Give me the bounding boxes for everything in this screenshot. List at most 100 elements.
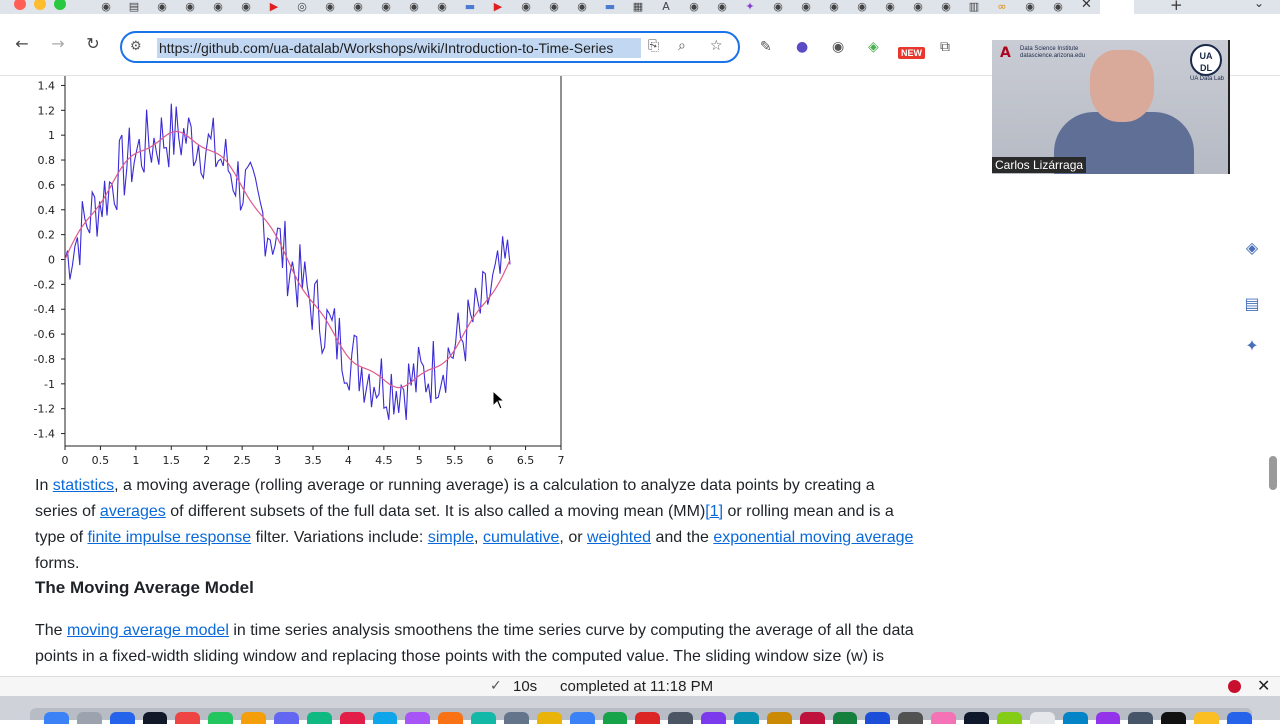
dock-app-icon[interactable] [274, 712, 299, 724]
github-icon[interactable]: ◉ [1016, 0, 1044, 13]
document-icon[interactable]: ▤ [1240, 294, 1264, 318]
site-info-icon[interactable]: ⚙ [130, 39, 142, 54]
scrollbar[interactable] [1269, 456, 1277, 490]
dock-app-icon[interactable] [372, 712, 398, 724]
github-icon[interactable]: ◉ [568, 0, 596, 13]
github-icon[interactable]: ◉ [512, 0, 540, 13]
forward-icon[interactable]: → [48, 34, 68, 53]
dock-app-icon[interactable] [569, 712, 595, 724]
github-icon[interactable]: ◉ [848, 0, 876, 13]
link-reference-1[interactable]: [1] [705, 503, 723, 520]
back-icon[interactable]: ← [12, 34, 32, 53]
github-icon[interactable]: ◉ [792, 0, 820, 13]
youtube-icon[interactable]: ▶ [260, 0, 288, 13]
dock-app-icon[interactable] [766, 712, 792, 724]
github-icon[interactable]: ◉ [540, 0, 568, 13]
bookmark-icon[interactable]: ▬ [596, 0, 624, 13]
link-cumulative[interactable]: cumulative [483, 529, 559, 546]
github-icon[interactable]: ◉ [1044, 0, 1072, 13]
link-moving-average-model[interactable]: moving average model [67, 622, 229, 639]
dock-app-icon[interactable] [471, 712, 497, 724]
layers-icon[interactable]: ◈ [1240, 238, 1264, 262]
github-icon[interactable]: ◉ [148, 0, 176, 13]
extension-icon[interactable]: ● [796, 39, 808, 55]
book-icon[interactable]: ▥ [960, 0, 988, 13]
dock-app-icon[interactable] [339, 712, 365, 724]
new-badge[interactable]: NEW [898, 47, 925, 59]
github-icon[interactable]: ◉ [372, 0, 400, 13]
github-icon[interactable]: ◉ [92, 0, 120, 13]
github-icon[interactable]: ◉ [204, 0, 232, 13]
infinity-icon[interactable]: ∞ [988, 0, 1016, 13]
dock-app-icon[interactable] [76, 712, 102, 724]
close-window-button[interactable] [14, 0, 26, 10]
dock-app-icon[interactable] [1194, 712, 1219, 724]
dock-app-icon[interactable] [832, 712, 858, 724]
dock-app-icon[interactable] [405, 712, 431, 724]
dock-app-icon[interactable] [1128, 712, 1154, 724]
dock-app-icon[interactable] [175, 712, 201, 724]
sparkle-icon[interactable]: ✦ [736, 0, 764, 13]
dock-app-icon[interactable] [536, 712, 562, 724]
github-icon[interactable]: ◉ [400, 0, 428, 13]
font-icon[interactable]: A [652, 0, 680, 13]
link-statistics[interactable]: statistics [53, 477, 114, 494]
github-icon[interactable]: ◉ [932, 0, 960, 13]
dock-app-icon[interactable] [1226, 712, 1252, 724]
dock-app-icon[interactable] [602, 712, 628, 724]
dock-app-icon[interactable] [208, 712, 234, 724]
link-exponential-moving-average[interactable]: exponential moving average [713, 529, 913, 546]
extensions-puzzle-icon[interactable]: ⧉ [940, 39, 950, 55]
reload-icon[interactable]: ↻ [83, 34, 103, 53]
dock-app-icon[interactable] [142, 712, 168, 724]
extension-icon[interactable]: ◉ [832, 39, 844, 55]
minimize-window-button[interactable] [34, 0, 46, 10]
github-icon[interactable]: ◉ [316, 0, 344, 13]
zoom-icon[interactable]: ⌕ [678, 38, 686, 54]
link-finite-impulse-response[interactable]: finite impulse response [87, 529, 251, 546]
youtube-icon[interactable]: ▶ [484, 0, 512, 13]
url-text[interactable]: https://github.com/ua-datalab/Workshops/… [157, 38, 641, 58]
dock-app-icon[interactable] [701, 712, 727, 724]
dock-app-icon[interactable] [306, 712, 332, 724]
dock-app-icon[interactable] [1062, 712, 1088, 724]
link-simple[interactable]: simple [428, 529, 474, 546]
dock-app-icon[interactable] [635, 712, 661, 724]
install-app-icon[interactable]: ⎘ [648, 38, 659, 54]
printer-icon[interactable]: ▦ [624, 0, 652, 13]
sparkle-icon[interactable]: ✦ [1240, 336, 1264, 360]
address-bar[interactable]: ⚙ https://github.com/ua-datalab/Workshop… [120, 31, 740, 63]
new-tab-button[interactable]: + [1170, 0, 1183, 14]
dock-app-icon[interactable] [898, 712, 924, 724]
dock-app-icon[interactable] [799, 712, 825, 724]
doc-icon[interactable]: ▤ [120, 0, 148, 13]
github-icon[interactable]: ◉ [428, 0, 456, 13]
dock-app-icon[interactable] [438, 712, 464, 724]
github-icon[interactable]: ◉ [708, 0, 736, 13]
bookmark-icon[interactable]: ▬ [456, 0, 484, 13]
dock-app-icon[interactable] [865, 712, 891, 724]
github-icon[interactable]: ◉ [876, 0, 904, 13]
dock-app-icon[interactable] [996, 712, 1022, 724]
dock-app-icon[interactable] [668, 712, 694, 724]
zoom-window-button[interactable] [54, 0, 66, 10]
record-icon[interactable] [1228, 680, 1241, 693]
link-averages[interactable]: averages [100, 503, 166, 520]
dock-app-icon[interactable] [1161, 712, 1187, 724]
bookmark-star-icon[interactable]: ☆ [710, 38, 723, 54]
close-icon[interactable]: ✕ [1257, 676, 1270, 695]
dock-app-icon[interactable] [931, 712, 957, 724]
extension-icon[interactable]: ✎ [760, 39, 772, 55]
link-weighted[interactable]: weighted [587, 529, 651, 546]
github-icon[interactable]: ◉ [764, 0, 792, 13]
dock-app-icon[interactable] [241, 712, 267, 724]
extension-icon[interactable]: ◈ [868, 39, 879, 55]
dock-app-icon[interactable] [109, 712, 135, 724]
github-icon[interactable]: ◉ [680, 0, 708, 13]
github-icon[interactable]: ◉ [344, 0, 372, 13]
globe-icon[interactable]: ◎ [288, 0, 316, 13]
github-icon[interactable]: ◉ [904, 0, 932, 13]
close-tab-icon[interactable]: ✕ [1081, 0, 1095, 12]
github-icon[interactable]: ◉ [232, 0, 260, 13]
dock-app-icon[interactable] [1095, 712, 1121, 724]
